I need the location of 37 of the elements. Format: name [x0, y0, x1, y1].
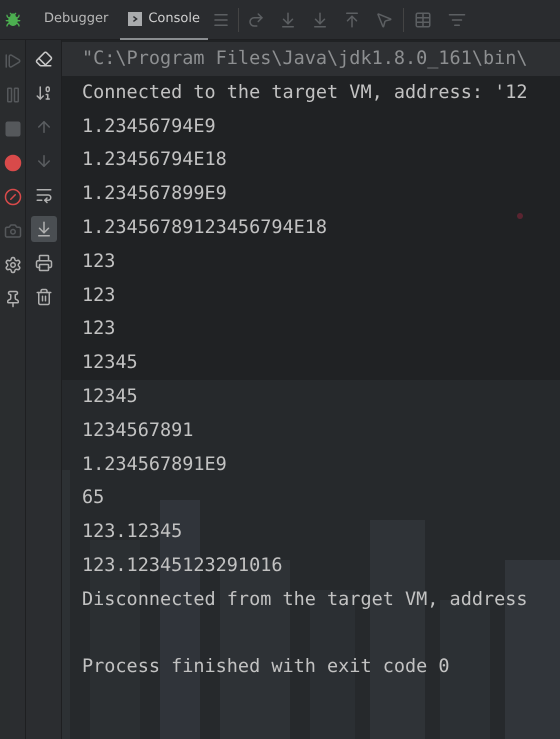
step-over-icon[interactable]: [246, 10, 265, 28]
console-line: 123: [82, 284, 116, 306]
run-to-cursor-icon[interactable]: [374, 10, 393, 28]
console-line: 123.12345: [82, 521, 182, 542]
console-line: 65: [82, 487, 104, 508]
console-line: 1.23456794E9: [82, 116, 216, 137]
console-line: 1.234567899E9: [82, 183, 227, 204]
printer-icon: [34, 254, 52, 272]
console-line: 12345: [82, 386, 138, 407]
console-line: Process finished with exit code 0: [82, 656, 450, 678]
console-line: 1.23456794E18: [82, 149, 227, 170]
sort-icon: [34, 84, 52, 102]
console-icon: [128, 12, 142, 26]
console-line: 123: [82, 250, 116, 272]
breakpoints-icon[interactable]: [4, 154, 22, 172]
console-line: Connected to the target VM, address: '12: [82, 82, 528, 103]
console-line: 12345: [82, 352, 138, 374]
mute-breakpoints-icon[interactable]: [4, 188, 22, 206]
tab[interactable]: Debugger: [36, 0, 116, 40]
camera-icon[interactable]: [4, 222, 22, 240]
scroll-to-end-button[interactable]: [30, 216, 56, 242]
console-line: Disconnected from the target VM, address: [82, 588, 528, 610]
tab[interactable]: Console: [120, 0, 208, 40]
trash-icon: [34, 288, 52, 306]
console-line: 123.12345123291016: [82, 554, 282, 576]
settings-icon[interactable]: [4, 256, 22, 274]
console-line: 123: [82, 318, 116, 340]
stop-icon[interactable]: [4, 120, 22, 138]
resume-icon[interactable]: [4, 52, 22, 70]
console-line: 1234567891: [82, 420, 194, 441]
wrap-icon: [34, 186, 52, 204]
bug-icon: [5, 12, 21, 28]
console-line: 1.23456789123456794E18: [82, 216, 328, 238]
console-line: "C:\Program Files\Java\jdk1.8.0_161\bin\: [82, 48, 528, 69]
console-line: 1.234567891E9: [82, 454, 227, 475]
eraser-icon: [34, 50, 52, 68]
table-icon[interactable]: [414, 10, 432, 28]
